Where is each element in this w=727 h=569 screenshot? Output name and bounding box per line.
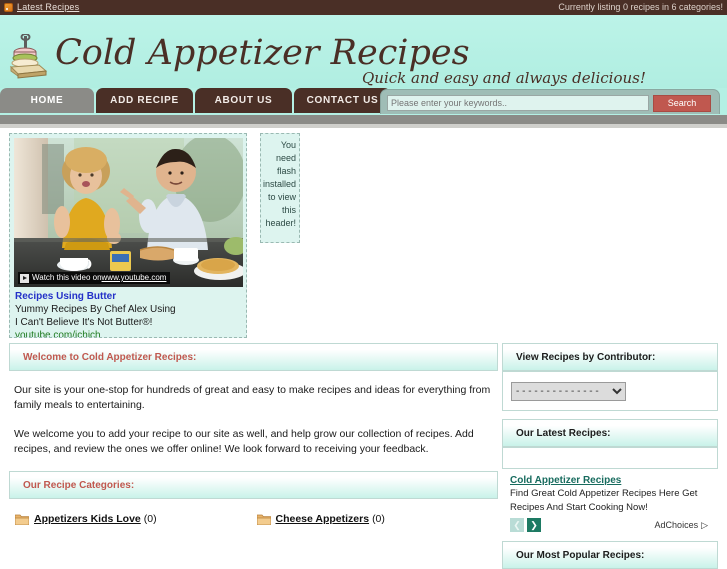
top-utility-bar: Latest Recipes Currently listing 0 recip… (0, 0, 727, 15)
category-list: Appetizers Kids Love (0) Cheese Appetize… (9, 499, 498, 525)
ad-description-line-2: I Can't Believe It's Not Butter®! (15, 317, 153, 328)
adchoices-control[interactable]: AdChoices ▷ (655, 520, 708, 531)
youtube-watch-bar[interactable]: Watch this video on www.youtube.com (18, 272, 171, 284)
listing-status-text: Currently listing 0 recipes in 6 categor… (558, 2, 723, 12)
welcome-panel-body: Our site is your one-stop for hundreds o… (9, 371, 498, 457)
welcome-paragraph-1: Our site is your one-stop for hundreds o… (14, 384, 491, 411)
folder-icon (256, 514, 271, 525)
sidebar-advertisement[interactable]: Cold Appetizer Recipes Find Great Cold A… (502, 469, 718, 532)
category-link[interactable]: Cheese Appetizers (276, 513, 370, 525)
chevron-right-icon[interactable]: ❯ (527, 518, 541, 532)
category-link[interactable]: Appetizers Kids Love (34, 513, 141, 525)
welcome-paragraph-2: We welcome you to add your recipe to our… (14, 428, 474, 455)
sidebar-ad-footer: ❮ ❯ AdChoices ▷ (510, 518, 718, 532)
search-area: Search (380, 89, 720, 114)
latest-recipes-panel-heading: Our Latest Recipes: (502, 419, 718, 447)
latest-recipes-link-group[interactable]: Latest Recipes (4, 0, 79, 15)
play-icon (20, 273, 29, 283)
sidebar-column: View Recipes by Contributor: - - - - - -… (502, 343, 718, 569)
chevron-left-icon[interactable]: ❮ (510, 518, 524, 532)
ad-description-line-1: Yummy Recipes By Chef Alex Using (15, 304, 176, 315)
latest-recipes-link[interactable]: Latest Recipes (17, 0, 79, 15)
flash-required-notice: You need flash installed to view this he… (260, 133, 300, 243)
ad-headline-link[interactable]: Recipes Using Butter (15, 291, 116, 302)
latest-recipes-panel-body (502, 447, 718, 469)
contributor-select[interactable]: - - - - - - - - - - - - - - (511, 382, 626, 401)
masthead: Cold Appetizer Recipes Quick and easy an… (0, 15, 727, 88)
watch-prefix-text: Watch this video on (32, 273, 102, 282)
nav-tab-contact-us[interactable]: CONTACT US (294, 88, 391, 113)
nav-tab-list: HOME ADD RECIPE ABOUT US CONTACT US (0, 88, 393, 115)
adchoices-triangle-icon: ▷ (701, 519, 708, 530)
primary-navigation: HOME ADD RECIPE ABOUT US CONTACT US Sear… (0, 88, 727, 115)
sidebar-ad-line-1: Find Great Cold Appetizer Recipes Here G… (510, 488, 698, 499)
list-item[interactable]: Appetizers Kids Love (0) (14, 513, 257, 525)
categories-panel-heading: Our Recipe Categories: (9, 471, 498, 499)
site-title: Cold Appetizer Recipes (55, 33, 470, 73)
youtube-url-text[interactable]: www.youtube.com (102, 272, 167, 284)
nav-tab-home[interactable]: HOME (0, 88, 94, 113)
ad-pager: ❮ ❯ (510, 518, 544, 532)
rss-icon (4, 3, 13, 12)
sidebar-ad-headline-link[interactable]: Cold Appetizer Recipes (510, 475, 718, 486)
page-body: Watch this video on www.youtube.com Reci… (0, 128, 727, 569)
ad-display-url[interactable]: youtube.com/ichjch (15, 330, 101, 337)
welcome-panel-heading: Welcome to Cold Appetizer Recipes: (9, 343, 498, 371)
site-tagline: Quick and easy and always delicious! (362, 69, 646, 87)
ad-video-thumbnail[interactable]: Watch this video on www.youtube.com (14, 138, 243, 287)
popular-recipes-panel-heading: Our Most Popular Recipes: (502, 541, 718, 569)
search-input[interactable] (387, 95, 649, 111)
main-content-column: Welcome to Cold Appetizer Recipes: Our s… (9, 343, 498, 525)
sidebar-ad-line-2: Recipes And Start Cooking Now! (510, 502, 648, 513)
ad-video-image (14, 138, 243, 287)
nav-tab-add-recipe[interactable]: ADD RECIPE (96, 88, 193, 113)
contributor-panel-body: - - - - - - - - - - - - - - (502, 371, 718, 411)
contributor-panel-heading: View Recipes by Contributor: (502, 343, 718, 371)
category-count: (0) (372, 513, 385, 525)
adchoices-label: AdChoices (654, 520, 699, 530)
nav-shadow-band (0, 115, 727, 124)
top-advertisement[interactable]: Watch this video on www.youtube.com Reci… (9, 133, 247, 338)
nav-tab-about-us[interactable]: ABOUT US (195, 88, 292, 113)
list-item[interactable]: Cheese Appetizers (0) (256, 513, 499, 525)
sandwich-stack-icon (8, 33, 50, 80)
category-count: (0) (143, 513, 157, 525)
search-button[interactable]: Search (653, 95, 711, 112)
folder-icon (14, 514, 30, 525)
